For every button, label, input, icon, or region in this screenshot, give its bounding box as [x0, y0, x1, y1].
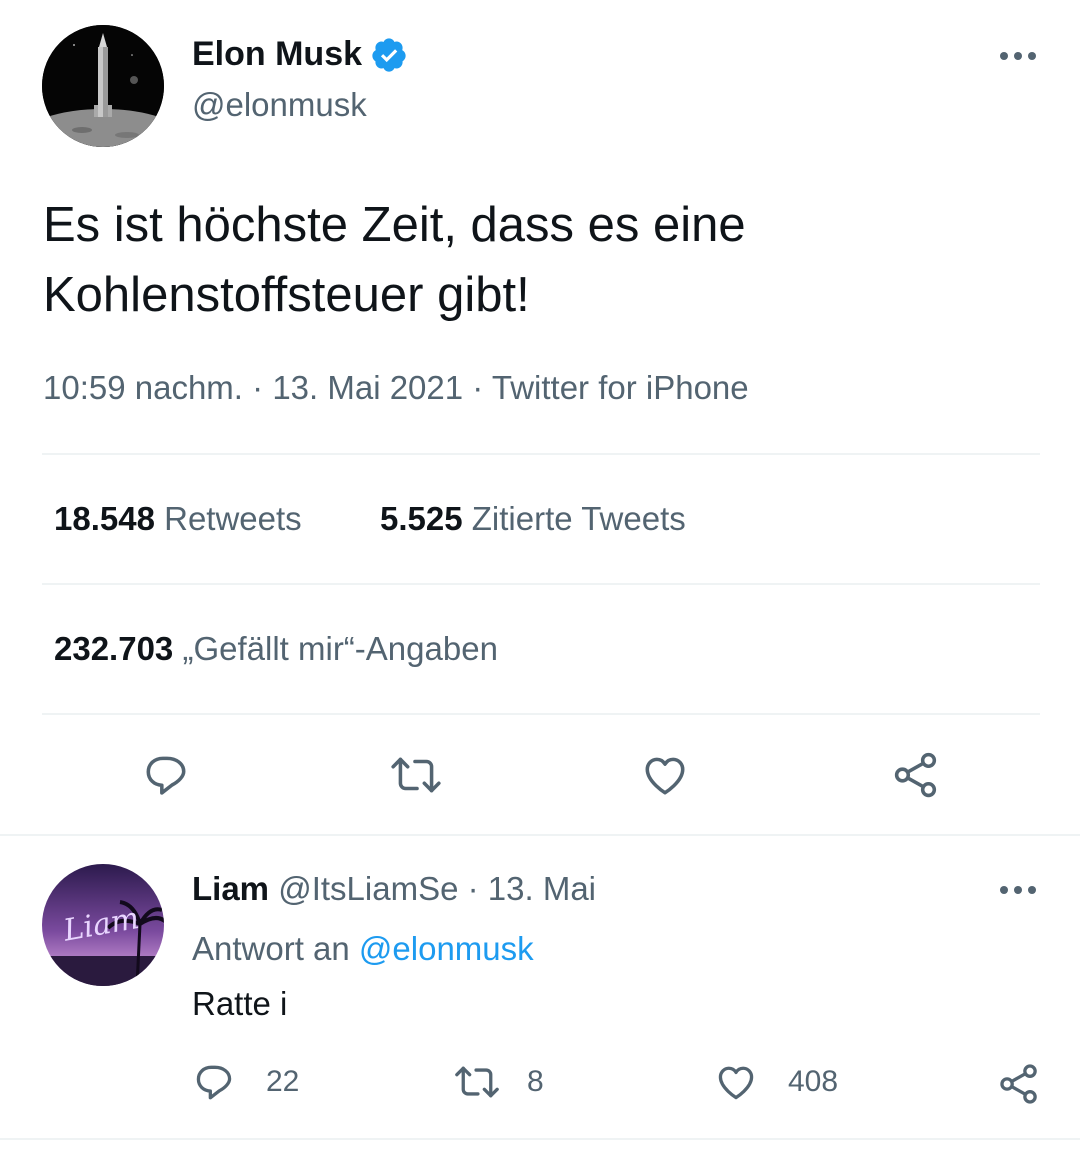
- likes-label: „Gefällt mir“-Angaben: [182, 630, 498, 667]
- quotes-label: Zitierte Tweets: [471, 500, 686, 537]
- retweets-count: 18.548: [54, 500, 155, 537]
- reply-text: Ratte i: [192, 985, 288, 1022]
- reply-author-name[interactable]: Liam: [192, 870, 269, 907]
- reply-avatar[interactable]: Liam: [42, 864, 164, 986]
- divider: [0, 1138, 1080, 1140]
- meta-separator: ·: [467, 870, 479, 907]
- share-icon[interactable]: [891, 750, 941, 800]
- author-name[interactable]: Elon Musk: [192, 35, 362, 74]
- reply-count: 22: [266, 1065, 300, 1098]
- reply-date[interactable]: 13. Mai: [488, 870, 596, 907]
- divider: [42, 583, 1040, 585]
- like-icon[interactable]: [640, 750, 690, 800]
- divider: [0, 834, 1080, 836]
- tweet-source[interactable]: Twitter for iPhone: [492, 369, 749, 406]
- reply-share-icon[interactable]: [997, 1062, 1041, 1106]
- like-count: 408: [788, 1065, 839, 1098]
- divider: [42, 453, 1040, 455]
- reply-icon[interactable]: [141, 750, 191, 800]
- likes-count: 232.703: [54, 630, 174, 667]
- retweets-label: Retweets: [164, 500, 302, 537]
- author-name-row: Elon Musk: [192, 35, 408, 74]
- tweet-text-line-1: Es ist höchste Zeit, dass es eine: [43, 198, 746, 252]
- reply-retweet-action[interactable]: 8: [453, 1060, 544, 1104]
- quotes-stat[interactable]: 5.525 Zitierte Tweets: [380, 500, 686, 538]
- verified-badge-icon: [370, 36, 408, 74]
- meta-separator: ·: [252, 369, 273, 406]
- quotes-count: 5.525: [380, 500, 463, 537]
- author-handle[interactable]: @elonmusk: [192, 86, 367, 124]
- reply-reply-action[interactable]: 22: [192, 1060, 299, 1104]
- replying-to-prefix: Antwort an: [192, 930, 350, 967]
- tweet-meta: 10:59 nachm. · 13. Mai 2021 · Twitter fo…: [43, 369, 749, 407]
- retweet-icon[interactable]: [389, 750, 443, 800]
- tweet-date[interactable]: 13. Mai 2021: [272, 369, 463, 406]
- retweet-count: 8: [527, 1065, 544, 1098]
- more-icon[interactable]: [1000, 52, 1036, 60]
- reply-like-action[interactable]: 408: [714, 1060, 838, 1104]
- like-icon: [714, 1060, 758, 1104]
- divider: [42, 713, 1040, 715]
- tweet-time[interactable]: 10:59 nachm.: [43, 369, 243, 406]
- retweet-icon: [453, 1060, 501, 1104]
- tweet-text-line-2: Kohlenstoffsteuer gibt!: [43, 268, 530, 322]
- reply-header: Liam @ItsLiamSe · 13. Mai: [192, 870, 596, 908]
- meta-separator: ·: [472, 369, 492, 406]
- replying-to-handle[interactable]: @elonmusk: [359, 930, 534, 967]
- tweet-text: Es ist höchste Zeit, dass es eine Kohlen…: [43, 190, 746, 330]
- reply-more-icon[interactable]: [1000, 886, 1036, 894]
- reply-author-handle[interactable]: @ItsLiamSe: [278, 870, 458, 907]
- reply-icon: [192, 1060, 236, 1104]
- author-avatar[interactable]: [42, 25, 164, 147]
- likes-stat[interactable]: 232.703 „Gefällt mir“-Angaben: [54, 630, 498, 668]
- retweets-stat[interactable]: 18.548 Retweets: [54, 500, 302, 538]
- replying-to: Antwort an @elonmusk: [192, 930, 534, 968]
